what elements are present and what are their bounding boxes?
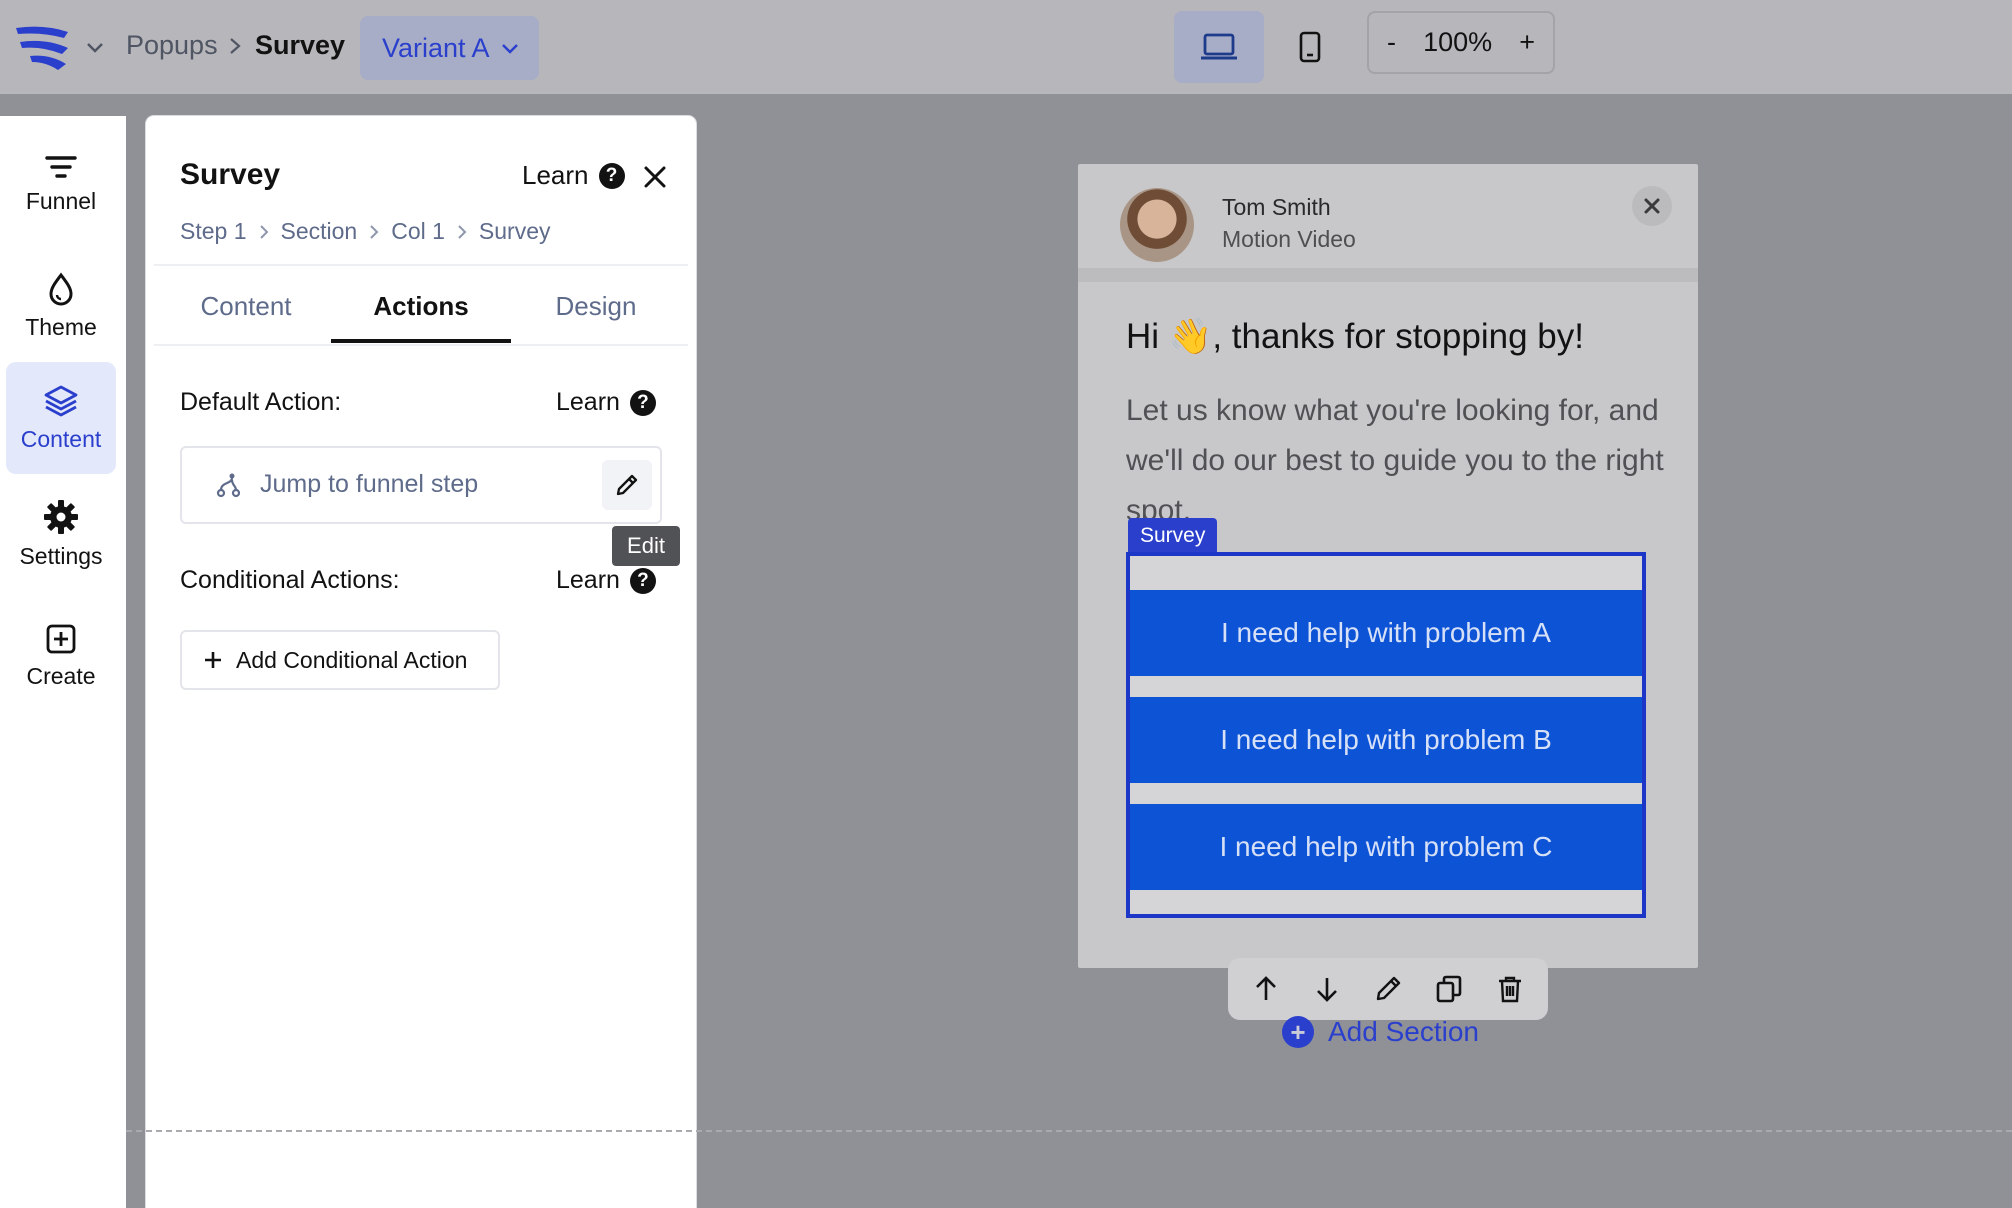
panel-tabs: Content Actions Design <box>146 266 696 346</box>
rail-item-content[interactable]: Content <box>6 362 116 474</box>
avatar <box>1120 188 1194 262</box>
edit-element-button[interactable] <box>1366 967 1410 1011</box>
tab-design[interactable]: Design <box>516 266 676 346</box>
rail-item-create[interactable]: Create <box>6 600 116 712</box>
author-role: Motion Video <box>1222 226 1356 252</box>
learn-label: Learn <box>556 388 620 416</box>
conditional-actions-label: Conditional Actions: <box>180 566 400 594</box>
help-icon: ? <box>598 162 625 189</box>
element-settings-panel: Survey Learn ? Step 1 Section Col 1 Surv… <box>146 116 696 1208</box>
default-action-label: Default Action: <box>180 388 342 416</box>
chevron-right-icon <box>370 224 379 239</box>
canvas-section-boundary <box>126 1130 2012 1132</box>
rail-item-theme[interactable]: Theme <box>6 250 116 362</box>
survey-option[interactable]: I need help with problem A <box>1130 590 1642 676</box>
chevron-right-icon <box>230 38 241 54</box>
plus-square-icon <box>46 624 76 653</box>
help-icon: ? <box>629 567 656 594</box>
droplet-icon <box>49 272 73 305</box>
tab-actions[interactable]: Actions <box>331 266 511 346</box>
desktop-preview-button[interactable] <box>1174 11 1264 83</box>
element-breadcrumb: Step 1 Section Col 1 Survey <box>180 218 551 245</box>
panel-title: Survey <box>180 158 281 191</box>
layers-icon <box>44 385 78 416</box>
default-action-learn-link[interactable]: Learn ? <box>556 388 656 417</box>
rail-item-label: Create <box>26 662 96 689</box>
survey-element[interactable]: I need help with problem A I need help w… <box>1126 552 1646 918</box>
left-rail: Funnel Theme Content Settings Create <box>0 116 126 1208</box>
default-action-field[interactable]: Jump to funnel step <box>180 446 662 524</box>
delete-element-button[interactable] <box>1488 967 1532 1011</box>
breadcrumb-column[interactable]: Col 1 <box>391 218 445 245</box>
trash-icon <box>1498 976 1521 1003</box>
top-bar: Popups Survey Variant A - 100% + <box>0 0 2012 94</box>
variant-selector[interactable]: Variant A <box>360 16 539 80</box>
add-section-label: Add Section <box>1328 1016 1479 1047</box>
laptop-icon <box>1201 33 1237 60</box>
popup-heading[interactable]: Hi 👋, thanks for stopping by! <box>1126 316 1584 357</box>
move-down-button[interactable] <box>1305 967 1349 1011</box>
breadcrumb-current: Survey <box>255 30 346 60</box>
add-conditional-label: Add Conditional Action <box>236 646 468 673</box>
survey-element-tag: Survey <box>1128 518 1218 554</box>
arrow-up-icon <box>1256 976 1277 1000</box>
help-icon: ? <box>629 389 656 416</box>
popup-close-button[interactable] <box>1632 186 1672 226</box>
copy-icon <box>1436 975 1462 1003</box>
route-icon <box>216 473 241 498</box>
variant-label: Variant A <box>382 32 490 63</box>
chevron-down-icon[interactable] <box>84 36 106 58</box>
duplicate-element-button[interactable] <box>1427 967 1471 1011</box>
phone-icon <box>1299 31 1321 63</box>
survey-option[interactable]: I need help with problem C <box>1130 804 1642 890</box>
breadcrumb-survey[interactable]: Survey <box>479 218 551 245</box>
divider <box>154 344 688 346</box>
tab-content[interactable]: Content <box>166 266 326 346</box>
popup-body-text[interactable]: Let us know what you're looking for, and… <box>1126 386 1666 536</box>
plus-icon <box>205 652 221 668</box>
zoom-control: - 100% + <box>1367 11 1555 74</box>
funnel-icon <box>45 155 77 178</box>
panel-learn-link[interactable]: Learn ? <box>522 160 625 191</box>
learn-label: Learn <box>522 160 589 190</box>
zoom-out-button[interactable]: - <box>1387 27 1396 58</box>
default-action-value: Jump to funnel step <box>260 470 479 498</box>
close-icon[interactable] <box>640 162 670 192</box>
rail-item-label: Settings <box>19 542 103 569</box>
pencil-icon <box>1376 976 1401 1001</box>
arrow-down-icon <box>1317 978 1338 1002</box>
active-tab-indicator <box>331 339 511 343</box>
popup-header: Tom Smith Motion Video <box>1078 164 1698 282</box>
breadcrumb-step[interactable]: Step 1 <box>180 218 247 245</box>
close-icon <box>1644 198 1660 214</box>
conditional-actions-learn-link[interactable]: Learn ? <box>556 566 656 595</box>
chevron-right-icon <box>458 224 467 239</box>
chevron-right-icon <box>259 224 268 239</box>
element-toolbar <box>1228 958 1548 1020</box>
app-logo-icon[interactable] <box>14 22 72 72</box>
mobile-preview-button[interactable] <box>1265 11 1355 83</box>
move-up-button[interactable] <box>1244 967 1288 1011</box>
survey-option[interactable]: I need help with problem B <box>1130 697 1642 783</box>
gear-icon <box>44 499 78 534</box>
zoom-in-button[interactable]: + <box>1519 27 1535 58</box>
rail-item-funnel[interactable]: Funnel <box>6 128 116 240</box>
edit-tooltip: Edit <box>612 526 680 566</box>
zoom-level: 100% <box>1423 27 1493 57</box>
breadcrumb-section[interactable]: Section <box>281 218 358 245</box>
pencil-icon <box>616 474 638 496</box>
rail-item-label: Funnel <box>25 187 97 214</box>
plus-circle-icon: + <box>1282 1016 1314 1048</box>
breadcrumb-popups-link[interactable]: Popups <box>126 30 218 61</box>
rail-item-label: Theme <box>25 313 97 340</box>
rail-item-label: Content <box>20 425 102 452</box>
add-conditional-action-button[interactable]: Add Conditional Action <box>180 630 500 690</box>
rail-item-settings[interactable]: Settings <box>6 478 116 590</box>
chevron-down-icon <box>501 44 518 54</box>
author-name: Tom Smith <box>1222 194 1331 220</box>
popup-preview[interactable]: Tom Smith Motion Video Hi 👋, thanks for … <box>1078 164 1698 968</box>
add-section-button[interactable]: + Add Section <box>1282 1016 1479 1048</box>
edit-action-button[interactable] <box>602 460 652 510</box>
learn-label: Learn <box>556 566 620 594</box>
